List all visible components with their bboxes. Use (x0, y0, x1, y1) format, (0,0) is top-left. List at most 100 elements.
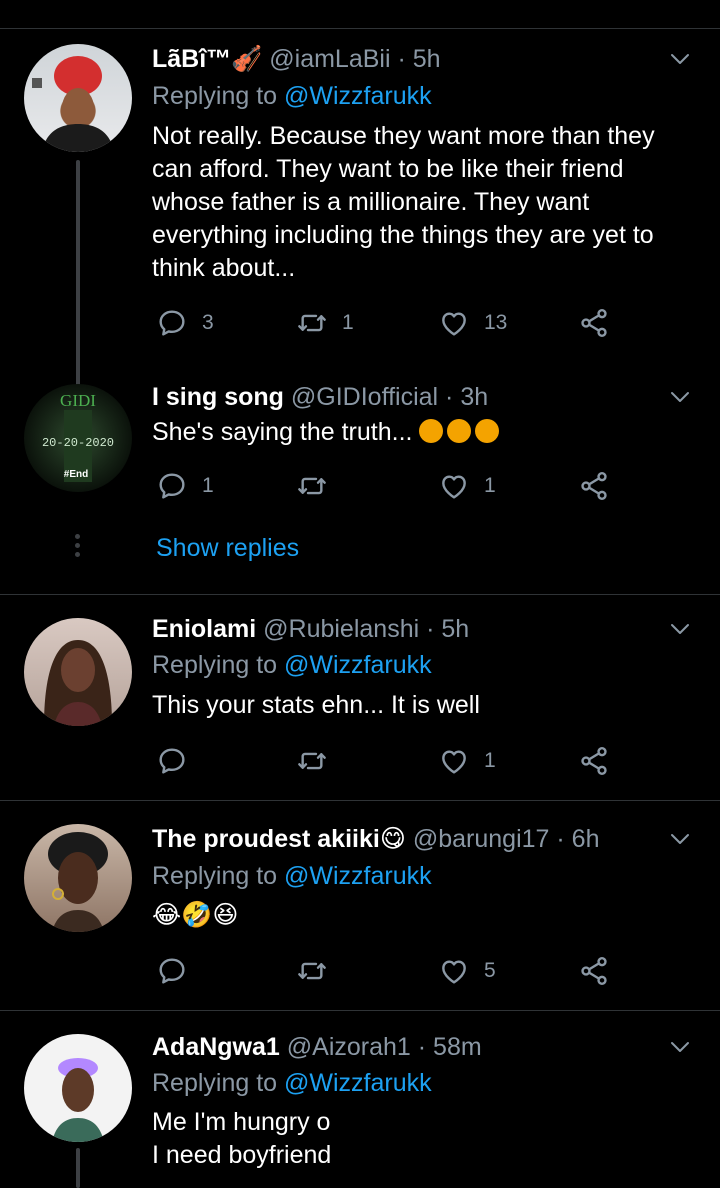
retweet-icon (296, 307, 328, 339)
reply-icon (156, 955, 188, 987)
like-count: 1 (484, 749, 496, 772)
share-button[interactable] (578, 306, 610, 340)
action-bar: 3 1 13 (156, 306, 626, 340)
avatar[interactable]: GIDI 20-20-2020 #End (24, 384, 132, 492)
avatar[interactable] (24, 1034, 132, 1142)
share-button[interactable] (578, 954, 610, 988)
share-icon (578, 470, 610, 502)
tweet-labii[interactable]: LãBî™🎻 @iamLaBii · 5h Replying to @Wizzf… (0, 0, 720, 388)
weary-emoji (447, 419, 472, 443)
replying-to: Replying to @Wizzfarukk (152, 1068, 432, 1098)
replying-to: Replying to @Wizzfarukk (152, 81, 432, 111)
user-handle[interactable]: @Aizorah1 (287, 1033, 411, 1061)
tweet-eniolami[interactable]: Eniolami @Rubielanshi · 5h Replying to @… (0, 596, 720, 801)
action-bar: 1 (156, 744, 626, 778)
user-handle[interactable]: @barungi17 (413, 825, 550, 853)
tweet-text: She's saying the truth... (152, 416, 672, 449)
replying-to-label: Replying to (152, 82, 278, 110)
tweet-text-line: Me I'm hungry o (152, 1108, 331, 1136)
replying-to-label: Replying to (152, 862, 278, 890)
reply-to-handle-link[interactable]: @Wizzfarukk (284, 82, 432, 110)
weary-emoji (419, 419, 444, 443)
chevron-down-icon[interactable] (668, 1035, 692, 1059)
tweet-text: Not really. Because they want more than … (152, 122, 655, 282)
retweet-button[interactable] (296, 469, 342, 503)
retweet-icon (296, 470, 328, 502)
replying-to: Replying to @Wizzfarukk (152, 650, 432, 680)
user-handle[interactable]: @iamLaBii (269, 45, 390, 73)
reply-to-handle-link[interactable]: @Wizzfarukk (284, 862, 432, 890)
display-name[interactable]: LãBî™🎻 (152, 45, 262, 73)
reply-to-handle-link[interactable]: @Wizzfarukk (284, 1069, 432, 1097)
user-handle[interactable]: @GIDIofficial (291, 383, 438, 411)
display-name[interactable]: The proudest akiiki😋 (152, 825, 406, 853)
chevron-down-icon[interactable] (668, 617, 692, 641)
tweet-text-content: She's saying the truth... (152, 418, 413, 446)
reply-button[interactable] (156, 954, 202, 988)
avatar[interactable] (24, 824, 132, 932)
reply-icon (156, 745, 188, 777)
tweet-header: I sing song @GIDIofficial · 3h (152, 382, 488, 412)
heart-icon (438, 307, 470, 339)
replying-to-label: Replying to (152, 1069, 278, 1097)
user-handle[interactable]: @Rubielanshi (263, 615, 419, 643)
reply-button[interactable] (156, 744, 202, 778)
avatar-text-top: GIDI (60, 391, 96, 410)
retweet-icon (296, 745, 328, 777)
tweet-text: This your stats ehn... It is well (152, 691, 480, 719)
display-name[interactable]: Eniolami (152, 615, 256, 643)
heart-icon (438, 470, 470, 502)
timestamp: · 3h (445, 383, 489, 411)
retweet-button[interactable] (296, 744, 342, 778)
reply-count: 1 (202, 474, 214, 497)
action-bar: 1 1 (156, 469, 626, 503)
display-name[interactable]: I sing song (152, 383, 284, 411)
reply-count: 3 (202, 311, 214, 334)
tweet-barungi[interactable]: The proudest akiiki😋 @barungi17 · 6h Rep… (0, 802, 720, 1010)
thread-line (76, 160, 80, 388)
like-button[interactable]: 13 (438, 306, 507, 340)
like-button[interactable]: 1 (438, 469, 496, 503)
tweet-header: AdaNgwa1 @Aizorah1 · 58m (152, 1032, 482, 1062)
tweet-header: LãBî™🎻 @iamLaBii · 5h (152, 44, 441, 74)
retweet-icon (296, 955, 328, 987)
show-replies-link[interactable]: Show replies (156, 534, 299, 563)
tweet-header: The proudest akiiki😋 @barungi17 · 6h (152, 824, 600, 854)
share-button[interactable] (578, 744, 610, 778)
reply-icon (156, 307, 188, 339)
avatar-text-mid: 20-20-2020 (42, 436, 114, 450)
tweet-gidi[interactable]: GIDI 20-20-2020 #End I sing song @GIDIof… (0, 380, 720, 590)
retweet-button[interactable] (296, 954, 342, 988)
action-bar: 5 (156, 954, 626, 988)
divider (0, 594, 720, 595)
reply-to-handle-link[interactable]: @Wizzfarukk (284, 651, 432, 679)
reply-button[interactable]: 3 (156, 306, 214, 340)
replying-to: Replying to @Wizzfarukk (152, 861, 432, 891)
retweet-button[interactable]: 1 (296, 306, 354, 340)
heart-icon (438, 955, 470, 987)
like-count: 1 (484, 474, 496, 497)
like-count: 13 (484, 311, 508, 334)
avatar-text-bottom: #End (64, 469, 88, 480)
divider (0, 800, 720, 801)
chevron-down-icon[interactable] (668, 827, 692, 851)
share-icon (578, 307, 610, 339)
chevron-down-icon[interactable] (668, 385, 692, 409)
tweet-header: Eniolami @Rubielanshi · 5h (152, 614, 469, 644)
timestamp: · 6h (556, 825, 600, 853)
avatar[interactable] (24, 618, 132, 726)
share-button[interactable] (578, 469, 610, 503)
display-name[interactable]: AdaNgwa1 (152, 1033, 280, 1061)
like-button[interactable]: 1 (438, 744, 496, 778)
divider (0, 1010, 720, 1011)
like-button[interactable]: 5 (438, 954, 496, 988)
thread-dots (75, 534, 81, 561)
reply-icon (156, 470, 188, 502)
tweet-adangwa[interactable]: AdaNgwa1 @Aizorah1 · 58m Replying to @Wi… (0, 1012, 720, 1188)
reply-button[interactable]: 1 (156, 469, 214, 503)
tweet-text: Me I'm hungry o I need boyfriend (152, 1106, 672, 1172)
tweet-text-line: I need boyfriend (152, 1141, 332, 1169)
timestamp: · 58m (417, 1033, 482, 1061)
avatar[interactable] (24, 44, 132, 152)
chevron-down-icon[interactable] (668, 47, 692, 71)
